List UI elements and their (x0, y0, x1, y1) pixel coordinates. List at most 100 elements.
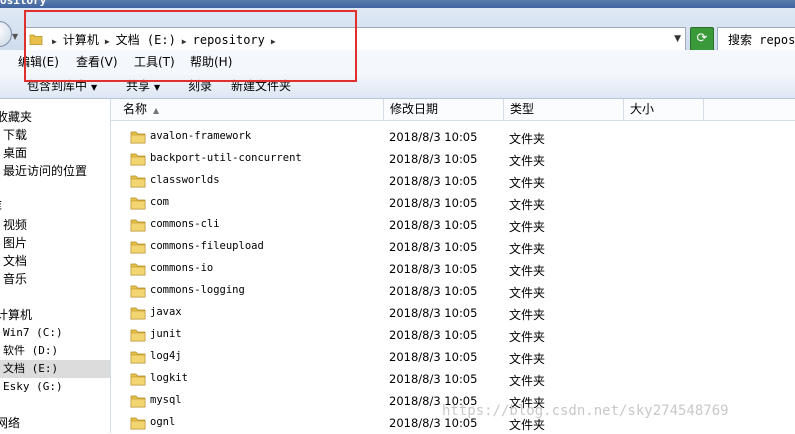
column-header-modified[interactable]: 修改日期 (384, 99, 504, 120)
file-name[interactable]: mysql (150, 394, 182, 406)
file-type: 文件夹 (509, 286, 546, 300)
nav-documents[interactable]: 文档 (3, 252, 113, 270)
sort-ascending-icon: ▲ (153, 106, 160, 115)
folder-icon (130, 175, 146, 188)
column-header-type[interactable]: 类型 (504, 99, 624, 120)
file-name[interactable]: commons-logging (150, 284, 245, 296)
file-type: 文件夹 (509, 330, 546, 344)
file-name[interactable]: backport-util-concurrent (150, 152, 302, 164)
file-name[interactable]: classworlds (150, 174, 220, 186)
file-modified-date: 2018/8/3 10:05 (389, 328, 478, 342)
breadcrumb-separator-icon[interactable]: ▶ (179, 37, 190, 46)
folder-icon (130, 395, 146, 408)
file-type: 文件夹 (509, 198, 546, 212)
file-row[interactable]: backport-util-concurrent 2018/8/3 10:05 文件… (111, 148, 795, 170)
file-name[interactable]: log4j (150, 350, 182, 362)
folder-icon (130, 285, 146, 298)
file-modified-date: 2018/8/3 10:05 (389, 174, 478, 188)
folder-icon (130, 219, 146, 232)
nav-drive-e[interactable]: 文档 (E:) (0, 360, 110, 378)
nav-drive-c[interactable]: Win7 (C:) (3, 324, 113, 342)
include-in-library-label: 包含到库中 (27, 79, 88, 93)
burn-button[interactable]: 刻录 (188, 77, 212, 94)
breadcrumb-separator-icon[interactable]: ▶ (49, 37, 60, 46)
file-type: 文件夹 (509, 352, 546, 366)
folder-icon (130, 263, 146, 276)
file-modified-date: 2018/8/3 10:05 (389, 152, 478, 166)
file-name[interactable]: javax (150, 306, 182, 318)
file-type: 文件夹 (509, 242, 546, 256)
file-name[interactable]: ognl (150, 416, 175, 428)
nav-favorites[interactable]: 收藏夹 (0, 108, 106, 126)
share-label: 共享 (126, 79, 151, 93)
file-modified-date: 2018/8/3 10:05 (389, 350, 478, 364)
search-input[interactable]: 搜索 reposi (717, 27, 795, 51)
breadcrumb-drive-e[interactable]: 文档 (E:) (113, 31, 179, 48)
command-toolbar: 包含到库中 ▼ 共享 ▼ 刻录 新建文件夹 (0, 72, 795, 99)
file-name[interactable]: commons-cli (150, 218, 220, 230)
folder-icon (130, 241, 146, 254)
file-name[interactable]: junit (150, 328, 182, 340)
include-in-library-button[interactable]: 包含到库中 ▼ (27, 77, 97, 94)
menu-help[interactable]: 帮助(H) (190, 53, 232, 70)
breadcrumb-separator-icon[interactable]: ▶ (102, 37, 113, 46)
nav-drive-d[interactable]: 软件 (D:) (3, 342, 113, 360)
file-row[interactable]: commons-logging 2018/8/3 10:05 文件夹 (111, 280, 795, 302)
file-row[interactable]: classworlds 2018/8/3 10:05 文件夹 (111, 170, 795, 192)
nav-drive-g[interactable]: Esky (G:) (3, 378, 113, 396)
nav-computer[interactable]: 计算机 (0, 306, 106, 324)
breadcrumb-computer[interactable]: 计算机 (60, 31, 102, 48)
breadcrumb-repository[interactable]: repository (190, 33, 268, 47)
nav-music[interactable]: 音乐 (3, 270, 113, 288)
file-modified-date: 2018/8/3 10:05 (389, 218, 478, 232)
folder-icon (130, 329, 146, 342)
forward-button[interactable] (0, 21, 12, 47)
file-modified-date: 2018/8/3 10:05 (389, 306, 478, 320)
new-folder-button[interactable]: 新建文件夹 (231, 77, 291, 94)
folder-icon (130, 197, 146, 210)
refresh-icon: ⟳ (696, 31, 708, 46)
menu-edit[interactable]: 编辑(E) (18, 53, 59, 70)
nav-videos[interactable]: 视频 (3, 216, 113, 234)
file-name[interactable]: logkit (150, 372, 188, 384)
menu-tools[interactable]: 工具(T) (134, 53, 175, 70)
nav-recent-places[interactable]: 最近访问的位置 (3, 162, 113, 180)
file-row[interactable]: javax 2018/8/3 10:05 文件夹 (111, 302, 795, 324)
file-name[interactable]: commons-fileupload (150, 240, 264, 252)
menu-bar: 编辑(E) 查看(V) 工具(T) 帮助(H) (0, 50, 795, 72)
address-history-dropdown-icon[interactable]: ▼ (674, 34, 681, 44)
file-row[interactable]: log4j 2018/8/3 10:05 文件夹 (111, 346, 795, 368)
nav-libraries[interactable]: 库 (0, 197, 100, 215)
file-type: 文件夹 (509, 374, 546, 388)
file-modified-date: 2018/8/3 10:05 (389, 372, 478, 386)
share-button[interactable]: 共享 ▼ (126, 77, 160, 94)
file-type: 文件夹 (509, 132, 546, 146)
recent-pages-dropdown-icon[interactable]: ▼ (12, 32, 18, 41)
nav-downloads[interactable]: 下载 (3, 126, 113, 144)
folder-icon (130, 153, 146, 166)
file-row[interactable]: commons-cli 2018/8/3 10:05 文件夹 (111, 214, 795, 236)
file-modified-date: 2018/8/3 10:05 (389, 196, 478, 210)
chevron-down-icon: ▼ (154, 83, 161, 92)
breadcrumb-separator-icon[interactable]: ▶ (268, 37, 279, 46)
nav-desktop[interactable]: 桌面 (3, 144, 113, 162)
file-name[interactable]: com (150, 196, 169, 208)
column-header-size[interactable]: 大小 (624, 99, 704, 120)
column-header-name[interactable]: 名称 ▲ (111, 99, 384, 120)
file-modified-date: 2018/8/3 10:05 (389, 284, 478, 298)
file-name[interactable]: commons-io (150, 262, 213, 274)
nav-network[interactable]: 网络 (0, 414, 106, 432)
file-row[interactable]: commons-fileupload 2018/8/3 10:05 文件夹 (111, 236, 795, 258)
file-row[interactable]: junit 2018/8/3 10:05 文件夹 (111, 324, 795, 346)
file-row[interactable]: com 2018/8/3 10:05 文件夹 (111, 192, 795, 214)
menu-view[interactable]: 查看(V) (76, 53, 118, 70)
nav-pictures[interactable]: 图片 (3, 234, 113, 252)
watermark: https://blog.csdn.net/sky274548769 (442, 403, 729, 419)
file-row[interactable]: commons-io 2018/8/3 10:05 文件夹 (111, 258, 795, 280)
file-name[interactable]: avalon-framework (150, 130, 251, 142)
file-row[interactable]: avalon-framework 2018/8/3 10:05 文件夹 (111, 126, 795, 148)
file-row[interactable]: logkit 2018/8/3 10:05 文件夹 (111, 368, 795, 390)
window-title-bar: ository (0, 0, 795, 8)
folder-icon (29, 34, 43, 45)
file-type: 文件夹 (509, 154, 546, 168)
